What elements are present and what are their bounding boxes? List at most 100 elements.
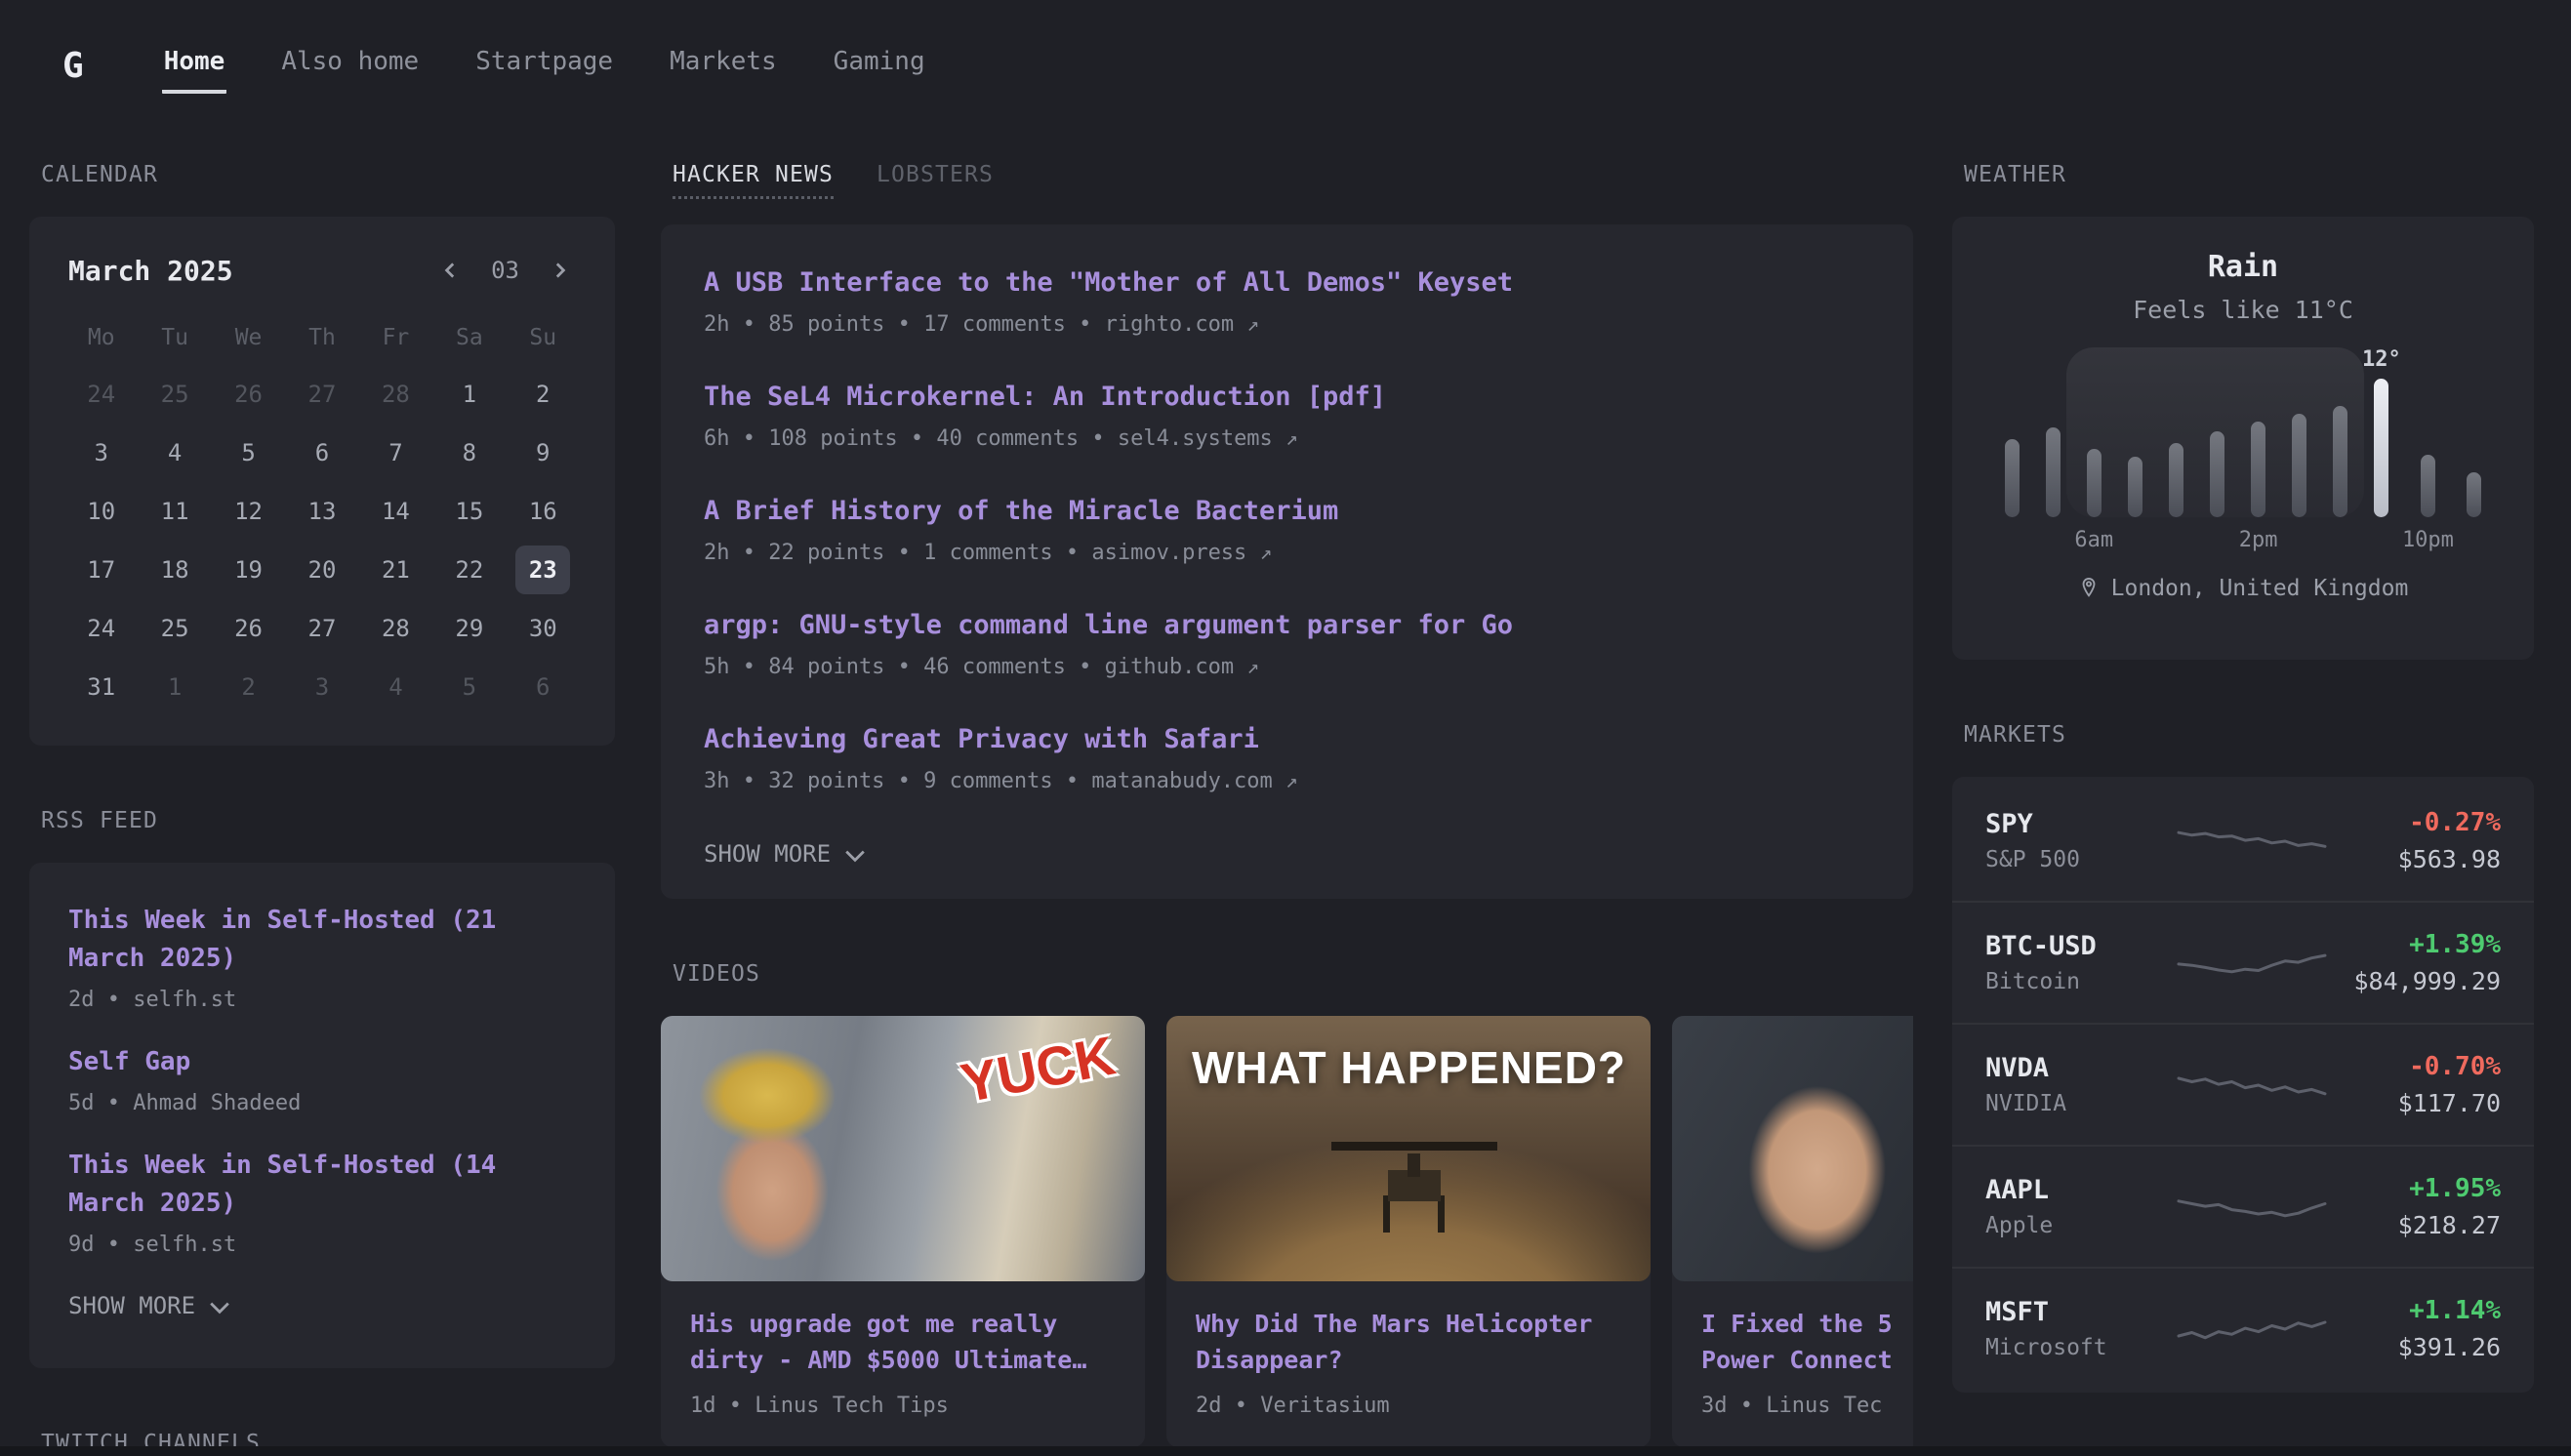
calendar-day-number: 27 xyxy=(295,370,349,419)
calendar-day-number: 26 xyxy=(222,370,276,419)
rss-item: This Week in Self-Hosted (14 March 2025)… xyxy=(68,1147,576,1257)
video-title-link[interactable]: Why Did The Mars Helicopter Disappear? xyxy=(1196,1307,1621,1378)
weather-hour-label xyxy=(1991,517,2032,552)
weather-bar xyxy=(2467,472,2481,517)
calendar-prev-button[interactable] xyxy=(434,254,468,287)
story-title-link[interactable]: Achieving Great Privacy with Safari xyxy=(704,722,1259,756)
nav-tab[interactable]: Startpage xyxy=(473,37,615,94)
rss-show-more-button[interactable]: SHOW MORE xyxy=(68,1292,230,1319)
video-thumbnail[interactable]: YUCK xyxy=(661,1016,1145,1281)
nav-tab[interactable]: Also home xyxy=(279,37,421,94)
rss-show-more-label: SHOW MORE xyxy=(68,1292,195,1319)
video-title-link[interactable]: His upgrade got me really dirty - AMD $5… xyxy=(690,1307,1116,1378)
story-title-link[interactable]: argp: GNU-style command line argument pa… xyxy=(704,608,1513,642)
market-row[interactable]: NVDA NVIDIA -0.70% $117.70 xyxy=(1952,1023,2534,1145)
nav-tab[interactable]: Markets xyxy=(668,37,779,94)
calendar-day-cell: 18 xyxy=(138,541,211,599)
market-row[interactable]: MSFT Microsoft +1.14% $391.26 xyxy=(1952,1267,2534,1389)
weather-hour-column xyxy=(2196,345,2237,552)
calendar-day-cell: 16 xyxy=(507,482,580,541)
calendar-day-number: 21 xyxy=(368,546,423,594)
nav-tab-label: Home xyxy=(164,47,225,76)
weather-hour-column xyxy=(2279,345,2320,552)
right-column: WEATHER Rain Feels like 11°C xyxy=(1952,162,2534,1455)
weather-bar xyxy=(2128,457,2142,517)
video-card-body: I Fixed the 5 Power Connect 3d • Linus T… xyxy=(1672,1281,1913,1447)
app-logo[interactable]: G xyxy=(62,46,84,86)
market-change: +1.14% xyxy=(2337,1296,2501,1325)
calendar-day-cell: 22 xyxy=(432,541,506,599)
market-sparkline xyxy=(2174,1056,2330,1114)
market-symbol-block: NVDA NVIDIA xyxy=(1985,1053,2166,1116)
story-domain-link[interactable]: sel4.systems xyxy=(1118,426,1273,451)
market-name: S&P 500 xyxy=(1985,847,2166,872)
rss-item-title[interactable]: Self Gap xyxy=(68,1043,576,1081)
video-title-link[interactable]: I Fixed the 5 Power Connect xyxy=(1701,1307,1913,1378)
news-feed-tab[interactable]: LOBSTERS xyxy=(877,162,994,196)
calendar-day-number: 28 xyxy=(368,604,423,653)
calendar-day-number: 25 xyxy=(147,370,202,419)
weather-card: Rain Feels like 11°C xyxy=(1952,217,2534,660)
calendar-weekday-label: Su xyxy=(507,316,580,365)
news-feed-tab-label: LOBSTERS xyxy=(877,162,994,187)
market-price: $84,999.29 xyxy=(2337,967,2501,995)
weather-hour-label xyxy=(2032,517,2073,552)
market-row[interactable]: AAPL Apple +1.95% $218.27 xyxy=(1952,1145,2534,1267)
calendar-day-cell: 6 xyxy=(507,658,580,716)
story-domain-link[interactable]: asimov.press xyxy=(1091,541,1246,565)
weather-hour-label xyxy=(2279,517,2320,552)
calendar-day-number: 1 xyxy=(147,663,202,711)
calendar-day-cell: 30 xyxy=(507,599,580,658)
calendar-day-cell: 10 xyxy=(64,482,138,541)
weather-bar xyxy=(2251,422,2265,517)
calendar-day-number: 3 xyxy=(74,428,129,477)
calendar-next-button[interactable] xyxy=(543,254,576,287)
weather-hour-column xyxy=(2155,345,2196,552)
calendar-day-number: 28 xyxy=(368,370,423,419)
video-meta: 3d • Linus Tec xyxy=(1701,1394,1913,1418)
video-card[interactable]: DO T T I Fixed the 5 Power Connect 3d • … xyxy=(1672,1016,1913,1447)
market-sparkline xyxy=(2174,1300,2330,1358)
video-thumbnail[interactable]: DO T T xyxy=(1672,1016,1913,1281)
weather-hour-column xyxy=(2114,345,2155,552)
rss-item-title[interactable]: This Week in Self-Hosted (21 March 2025) xyxy=(68,902,576,978)
nav-tab[interactable]: Home xyxy=(162,37,227,94)
video-meta: 2d • Veritasium xyxy=(1196,1394,1621,1418)
weather-hour-label: 10pm xyxy=(2402,517,2454,552)
story-meta: 5h • 84 points • 46 comments • github.co… xyxy=(704,655,1870,679)
market-row[interactable]: SPY S&P 500 -0.27% $563.98 xyxy=(1952,781,2534,901)
calendar-day-number: 19 xyxy=(222,546,276,594)
calendar-day-cell: 1 xyxy=(432,365,506,424)
market-ticker: AAPL xyxy=(1985,1175,2166,1205)
video-card[interactable]: YUCK His upgrade got me really dirty - A… xyxy=(661,1016,1145,1447)
news-show-more-button[interactable]: SHOW MORE xyxy=(704,840,866,868)
story-meta: 3h • 32 points • 9 comments • matanabudy… xyxy=(704,769,1870,793)
story-domain-link[interactable]: github.com xyxy=(1105,655,1234,679)
story-domain-link[interactable]: righto.com xyxy=(1105,312,1234,337)
calendar-weekday-row: Mo Tu We Th Fr Sa Su xyxy=(64,316,580,365)
calendar-day-number: 2 xyxy=(515,370,570,419)
market-symbol-block: BTC-USD Bitcoin xyxy=(1985,931,2166,994)
nav-tab[interactable]: Gaming xyxy=(832,37,927,94)
calendar-day-number: 6 xyxy=(515,663,570,711)
story-title-link[interactable]: A USB Interface to the "Mother of All De… xyxy=(704,265,1513,300)
story-title-link[interactable]: The SeL4 Microkernel: An Introduction [p… xyxy=(704,380,1386,414)
weather-section-title: WEATHER xyxy=(1964,162,2534,187)
calendar-weekday-label: Sa xyxy=(432,316,506,365)
calendar-day-number: 16 xyxy=(515,487,570,536)
video-card[interactable]: WHAT HAPPENED? Why Did The Mars Helicopt… xyxy=(1166,1016,1651,1447)
calendar-day-cell: 5 xyxy=(432,658,506,716)
calendar-day-number: 4 xyxy=(147,428,202,477)
rss-item-title[interactable]: This Week in Self-Hosted (14 March 2025) xyxy=(68,1147,576,1223)
story-title-link[interactable]: A Brief History of the Miracle Bacterium xyxy=(704,494,1338,528)
news-feed-tab[interactable]: HACKER NEWS xyxy=(673,162,834,199)
market-row[interactable]: BTC-USD Bitcoin +1.39% $84,999.29 xyxy=(1952,901,2534,1023)
market-sparkline-wrap xyxy=(2166,1300,2337,1358)
story-domain-link[interactable]: matanabudy.com xyxy=(1091,769,1272,793)
calendar-day-cell: 12 xyxy=(212,482,285,541)
calendar-day-number: 31 xyxy=(74,663,129,711)
market-values-block: +1.39% $84,999.29 xyxy=(2337,930,2501,995)
news-card: A USB Interface to the "Mother of All De… xyxy=(661,224,1913,899)
video-thumbnail[interactable]: WHAT HAPPENED? xyxy=(1166,1016,1651,1281)
calendar-day-cell: 15 xyxy=(432,482,506,541)
